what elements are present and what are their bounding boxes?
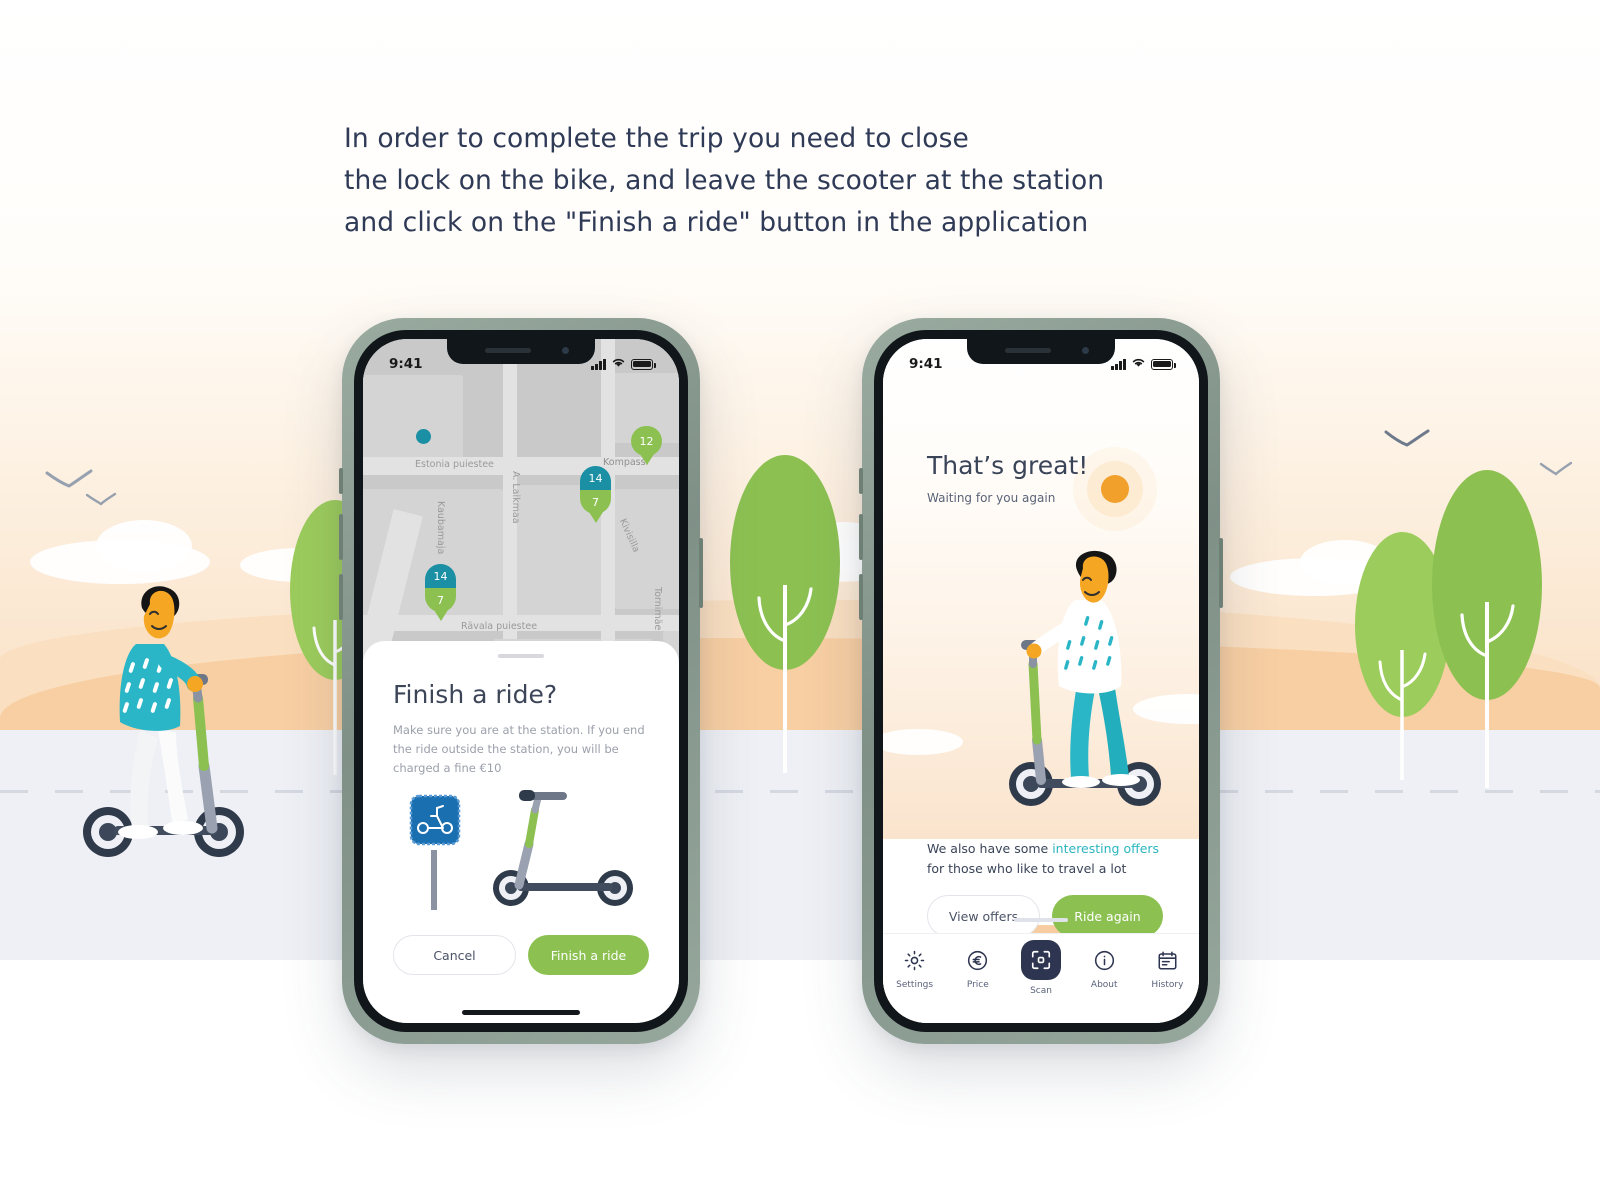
ride-complete-actions: View offers Ride again: [927, 895, 1163, 937]
tree: [1432, 470, 1542, 790]
home-indicator: [462, 1010, 580, 1015]
pin-scooter-count: 7: [580, 490, 611, 514]
rider-on-scooter-illustration: [993, 544, 1173, 814]
finish-ride-sheet: Finish a ride? Make sure you are at the …: [363, 641, 679, 1023]
cellular-bars-icon: [1111, 358, 1126, 370]
phone-mockup-finish-ride: Estonia puiestee Kompassi Kaubamaja A. L…: [339, 318, 703, 1044]
sheet-title: Finish a ride?: [393, 680, 558, 709]
front-camera: [562, 347, 569, 354]
station-pin[interactable]: 14 7: [425, 564, 456, 621]
phone-mockup-ride-complete: That’s great! Waiting for you again We a…: [859, 318, 1223, 1044]
phone-notch: [447, 339, 595, 364]
battery-icon: [631, 358, 656, 370]
scooter-parking-sign-illustration: [393, 788, 649, 910]
status-bar-time: 9:41: [389, 356, 423, 372]
ride-again-button[interactable]: Ride again: [1052, 895, 1163, 937]
station-pin[interactable]: 14 7: [580, 466, 611, 523]
phone-mute-switch: [859, 468, 863, 494]
cloud: [96, 520, 192, 572]
current-location-dot: [416, 429, 431, 444]
map-street-label: Tornimäe: [652, 587, 663, 631]
headline-line-3: and click on the "Finish a ride" button …: [344, 207, 1089, 238]
foreground: [0, 960, 1600, 1200]
front-camera: [1082, 347, 1089, 354]
pin-tip: [433, 610, 448, 621]
offer-text: We also have some interesting offers for…: [927, 839, 1163, 879]
tab-label: Price: [966, 980, 989, 990]
cancel-button[interactable]: Cancel: [393, 935, 516, 975]
tab-label: Settings: [896, 980, 934, 990]
pin-tip: [639, 454, 654, 465]
pin-bike-count: 14: [580, 466, 611, 490]
phone-volume-down-button: [339, 574, 343, 620]
euro-circle-icon: [965, 947, 991, 973]
phone-bezel: That’s great! Waiting for you again We a…: [874, 330, 1208, 1032]
phone-mute-switch: [339, 468, 343, 494]
phone-notch: [967, 339, 1115, 364]
pin-bike-count: 14: [425, 564, 456, 588]
phone-power-button: [699, 538, 703, 608]
calendar-icon: [1154, 947, 1180, 973]
phone-bezel: Estonia puiestee Kompassi Kaubamaja A. L…: [354, 330, 688, 1032]
tab-about[interactable]: About: [1073, 947, 1136, 990]
map-street-label: Rävala puiestee: [461, 621, 538, 632]
tree: [730, 455, 840, 775]
phone-power-button: [1219, 538, 1223, 608]
screen-subtitle: Waiting for you again: [927, 491, 1056, 505]
pin-scooter-count: 7: [425, 588, 456, 612]
phone-screen: Estonia puiestee Kompassi Kaubamaja A. L…: [363, 339, 679, 1023]
map-block: [615, 489, 679, 609]
offer-suffix: for those who like to travel a lot: [927, 861, 1127, 876]
cellular-bars-icon: [591, 358, 606, 370]
bottom-tab-bar: Settings Price Scan About History: [883, 933, 1199, 1023]
earpiece-speaker: [485, 348, 531, 353]
map-street-label: Estonia puiestee: [415, 459, 494, 470]
tab-settings[interactable]: Settings: [883, 947, 946, 990]
pin-scooter-count: 12: [631, 426, 662, 456]
tab-history[interactable]: History: [1136, 947, 1199, 990]
status-bar-time: 9:41: [909, 356, 943, 372]
map-street-label: Kaubamaja: [435, 501, 446, 555]
sheet-grabber[interactable]: [498, 654, 544, 658]
headline-line-2: the lock on the bike, and leave the scoo…: [344, 165, 1105, 196]
map-block: [363, 375, 463, 461]
tab-label: Scan: [1030, 986, 1052, 996]
map-street-label: A. Laikmaa: [510, 471, 521, 524]
phone-volume-up-button: [859, 514, 863, 560]
earpiece-speaker: [1005, 348, 1051, 353]
info-circle-icon: [1091, 947, 1117, 973]
battery-icon: [1151, 358, 1176, 370]
headline-line-1: In order to complete the trip you need t…: [344, 123, 969, 154]
view-offers-button[interactable]: View offers: [927, 895, 1040, 937]
screen-title: That’s great!: [927, 451, 1089, 480]
wifi-icon: [611, 356, 626, 372]
offer-prefix: We also have some: [927, 841, 1053, 856]
phone-screen: That’s great! Waiting for you again We a…: [883, 339, 1199, 1023]
sheet-description: Make sure you are at the station. If you…: [393, 723, 645, 775]
station-pin[interactable]: 12: [631, 426, 662, 465]
scan-qr-icon: [1021, 940, 1061, 980]
sun-core: [1101, 475, 1129, 503]
bird-icon: [1384, 429, 1430, 449]
left-rider-illustration: [80, 570, 270, 860]
tab-label: History: [1151, 980, 1184, 990]
bird-icon: [85, 492, 117, 507]
gear-icon: [902, 947, 928, 973]
tab-scan[interactable]: Scan: [1009, 940, 1072, 996]
interesting-offers-link[interactable]: interesting offers: [1052, 841, 1159, 856]
tab-label: About: [1090, 980, 1118, 990]
bird-icon: [1539, 461, 1573, 477]
phone-volume-down-button: [859, 574, 863, 620]
bird-icon: [45, 469, 93, 490]
phone-volume-up-button: [339, 514, 343, 560]
tabbar-grabber: [1014, 918, 1068, 922]
page-title: In order to complete the trip you need t…: [344, 118, 1204, 244]
pin-tip: [588, 512, 603, 523]
wifi-icon: [1131, 356, 1146, 372]
finish-ride-button[interactable]: Finish a ride: [528, 935, 649, 975]
sheet-actions: Cancel Finish a ride: [393, 935, 649, 975]
tab-price[interactable]: Price: [946, 947, 1009, 990]
